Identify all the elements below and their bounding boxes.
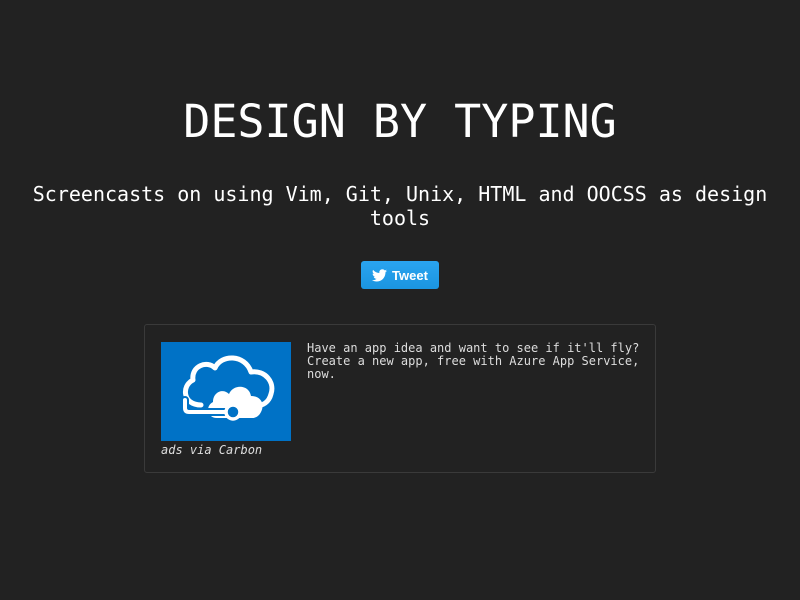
ads-via-carbon-link[interactable]: ads via Carbon [161,443,262,457]
page-title: DESIGN BY TYPING [183,95,617,148]
tweet-label: Tweet [392,267,428,283]
page: DESIGN BY TYPING Screencasts on using Vi… [0,0,800,600]
carbon-ad: Have an app idea and want to see if it'l… [144,324,656,473]
page-subtitle: Screencasts on using Vim, Git, Unix, HTM… [32,182,768,230]
ad-text-link[interactable]: Have an app idea and want to see if it'l… [307,342,647,381]
tweet-button[interactable]: Tweet [361,261,439,289]
azure-cloud-icon [181,355,275,421]
twitter-bird-icon [372,268,388,281]
ad-image-link[interactable] [161,342,291,441]
